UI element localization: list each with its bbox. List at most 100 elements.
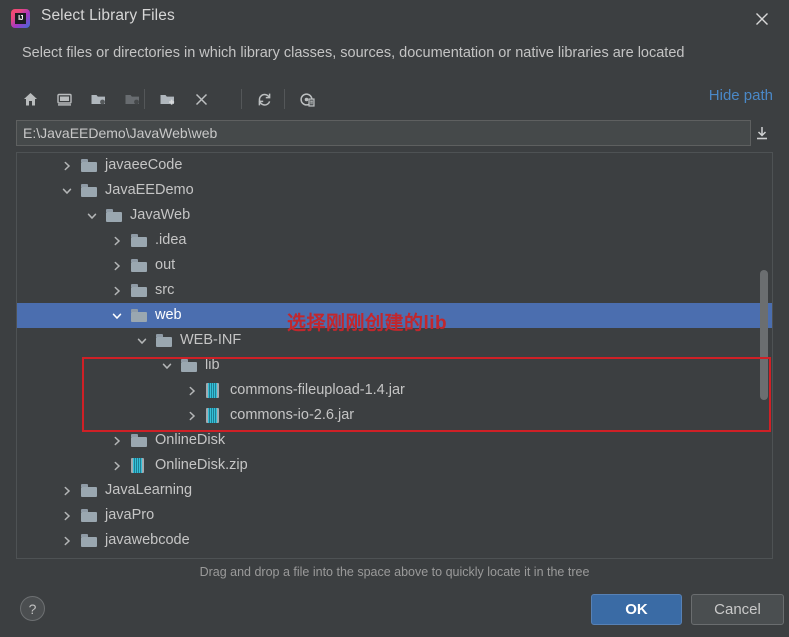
tree-row[interactable]: commons-io-2.6.jar [17,403,772,428]
show-hidden-files-icon[interactable] [293,85,321,113]
tree-row[interactable]: javaeeCode [17,153,772,178]
folder-icon [156,328,173,353]
folder-icon [81,503,98,528]
tree-row[interactable]: web [17,303,772,328]
tree-row-label: OnlineDisk.zip [155,457,248,473]
tree-row[interactable]: JavaWeb [17,203,772,228]
chevron-down-icon[interactable] [135,328,149,353]
folder-icon [131,303,148,328]
select-library-files-dialog: IJ Select Library Files Select files or … [0,0,789,637]
home-icon[interactable] [16,85,44,113]
chevron-right-icon[interactable] [110,278,124,303]
tree-row-label: lib [205,357,220,373]
tree-row-label: OnlineDisk [155,432,226,448]
tree-row[interactable]: OnlineDisk [17,428,772,453]
vertical-scrollbar[interactable] [760,270,768,400]
folder-icon [181,353,198,378]
tree-row-label: JavaLearning [105,482,193,498]
tree-row-label: WEB-INF [180,332,242,348]
delete-icon[interactable] [187,85,215,113]
tree-row-label: out [155,257,176,273]
tree-row-label: JavaWeb [130,207,191,223]
folder-icon [81,528,98,553]
file-tree: javaeeCode JavaEEDemo JavaWeb .idea out src we… [17,153,772,558]
tree-row[interactable]: WEB-INF [17,328,772,353]
folder-icon [131,228,148,253]
jar-icon [131,453,148,478]
tree-row-label: src [155,282,175,298]
chevron-down-icon[interactable] [85,203,99,228]
toolbar-separator-1 [144,89,145,109]
tree-row[interactable]: javawebcode [17,528,772,553]
app-icon-label: IJ [15,13,26,24]
chevron-right-icon[interactable] [110,228,124,253]
tree-row[interactable]: .idea [17,228,772,253]
expand-path-icon[interactable] [751,122,773,144]
tree-row-label: commons-io-2.6.jar [230,407,355,423]
folder-icon [106,203,123,228]
tree-row-label: javaeeCode [105,157,183,173]
tree-row-label: web [155,307,182,323]
intellij-idea-icon: IJ [11,9,30,28]
chevron-right-icon[interactable] [110,453,124,478]
chevron-right-icon[interactable] [110,253,124,278]
window-title: Select Library Files [41,7,175,24]
ok-button[interactable]: OK [591,594,682,625]
help-button[interactable]: ? [20,596,45,621]
cancel-button[interactable]: Cancel [691,594,784,625]
chevron-right-icon[interactable] [60,153,74,178]
path-input[interactable] [16,120,751,146]
chevron-right-icon[interactable] [110,428,124,453]
drag-drop-hint: Drag and drop a file into the space abov… [199,565,590,579]
chevron-right-icon[interactable] [60,528,74,553]
folder-icon [131,253,148,278]
new-folder-icon[interactable] [153,85,181,113]
close-icon[interactable] [749,6,775,32]
file-chooser-toolbar: Hide path [16,82,773,116]
tree-row[interactable]: OnlineDisk.zip [17,453,772,478]
folder-icon [81,178,98,203]
jar-icon [206,378,223,403]
chevron-down-icon[interactable] [110,303,124,328]
chevron-right-icon[interactable] [60,503,74,528]
file-tree-panel[interactable]: javaeeCode JavaEEDemo JavaWeb .idea out src we… [16,152,773,559]
chevron-down-icon[interactable] [60,178,74,203]
tree-row-label: javaPro [105,507,155,523]
desktop-icon[interactable] [50,85,78,113]
folder-icon [131,428,148,453]
tree-row[interactable]: javaPro [17,503,772,528]
chevron-down-icon[interactable] [160,353,174,378]
toolbar-separator-2 [241,89,242,109]
tree-row[interactable]: src [17,278,772,303]
tree-row[interactable]: JavaEEDemo [17,178,772,203]
tree-row-label: javawebcode [105,532,190,548]
tree-row[interactable]: JavaLearning [17,478,772,503]
chevron-right-icon[interactable] [185,403,199,428]
chevron-right-icon[interactable] [60,478,74,503]
tree-row-label: commons-fileupload-1.4.jar [230,382,405,398]
tree-row-label: .idea [155,232,187,248]
hide-path-link[interactable]: Hide path [709,87,773,104]
refresh-icon[interactable] [250,85,278,113]
tree-row[interactable]: commons-fileupload-1.4.jar [17,378,772,403]
tree-row[interactable]: lib [17,353,772,378]
folder-icon [81,478,98,503]
chevron-right-icon[interactable] [185,378,199,403]
tree-row[interactable]: out [17,253,772,278]
toolbar-separator-3 [284,89,285,109]
project-folder-icon[interactable] [84,85,112,113]
